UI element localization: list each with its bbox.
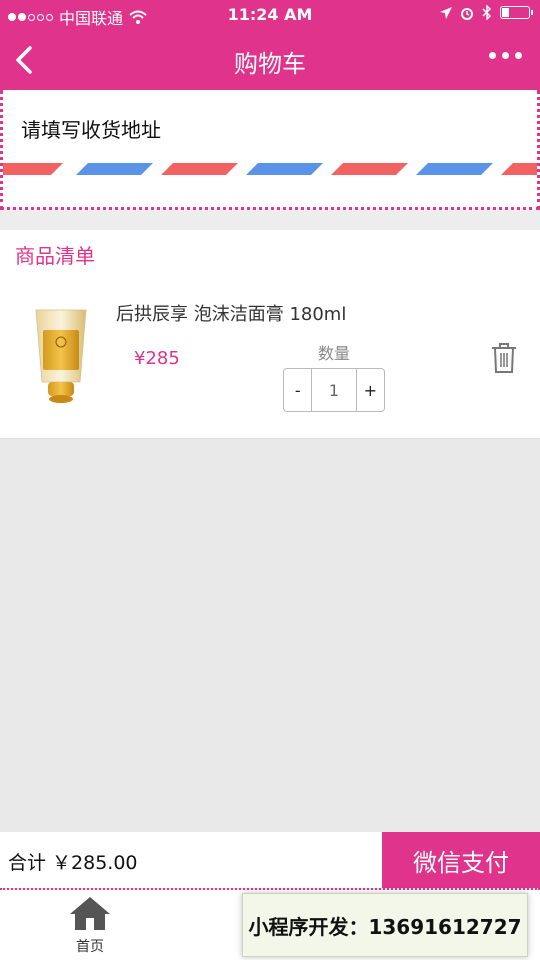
status-right	[440, 5, 533, 20]
tab-home[interactable]: 首页	[60, 896, 120, 960]
home-icon	[70, 897, 110, 930]
status-bar: 中国联通 11:24 AM	[0, 0, 540, 30]
address-card[interactable]: 请填写收货地址	[0, 90, 540, 210]
nav-bar: 购物车	[0, 30, 540, 90]
product-list: 商品清单 后拱辰享 泡沫洁面膏 180ml ¥285 数量 - 1 +	[0, 230, 540, 439]
quantity-label: 数量	[318, 344, 351, 363]
more-options-icon[interactable]	[489, 52, 522, 59]
decrease-quantity-button[interactable]: -	[284, 369, 313, 411]
trash-icon[interactable]	[490, 342, 518, 374]
location-arrow-icon	[440, 6, 452, 19]
total-amount: 合计 ￥285.00	[8, 852, 138, 874]
product-image[interactable]	[30, 308, 92, 404]
developer-ad-overlay: 小程序开发：13691612727	[242, 893, 528, 957]
list-title: 商品清单	[15, 244, 95, 268]
section-gap	[0, 210, 540, 230]
address-prompt[interactable]: 请填写收货地址	[21, 114, 161, 143]
airmail-stripe-border	[3, 163, 537, 175]
tab-home-label: 首页	[76, 939, 104, 955]
quantity-stepper: - 1 +	[283, 368, 385, 412]
alarm-icon	[461, 7, 473, 20]
bluetooth-icon	[482, 5, 492, 20]
page-title: 购物车	[234, 50, 306, 78]
battery-icon	[500, 6, 533, 19]
product-name: 后拱辰享 泡沫洁面膏 180ml	[116, 304, 347, 325]
quantity-value[interactable]: 1	[312, 369, 355, 411]
increase-quantity-button[interactable]: +	[355, 369, 384, 411]
product-price: ¥285	[134, 348, 180, 369]
wechat-pay-button[interactable]: 微信支付	[382, 832, 540, 888]
checkout-bar: 合计 ￥285.00 微信支付	[0, 832, 540, 888]
